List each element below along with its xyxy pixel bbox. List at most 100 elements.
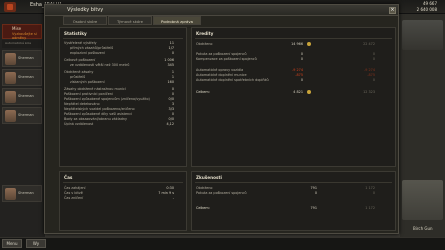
credit-value: 0 bbox=[300, 57, 303, 61]
stat-label: Poškození způsobené díky vaší asistenci bbox=[64, 112, 133, 116]
dialog-title: Výsledky bitvy bbox=[67, 7, 104, 13]
crew-member[interactable]: Sherman bbox=[2, 88, 42, 105]
credit-premium-value: 22 472 bbox=[363, 42, 375, 46]
stat-value: 345 bbox=[167, 63, 174, 67]
credit-label: Pokuta za poškození spojenců bbox=[196, 52, 247, 56]
mission-title: Mise bbox=[12, 26, 22, 31]
time-value: 0:30 bbox=[166, 186, 174, 190]
stat-label: Zásahy obdržené nástražnou municí bbox=[64, 87, 126, 91]
crew-name: Sherman bbox=[18, 191, 34, 195]
xp-value: 0 bbox=[314, 191, 317, 195]
divider bbox=[63, 182, 183, 183]
stat-value: 11 bbox=[169, 41, 174, 45]
stat-value: 0 bbox=[171, 87, 174, 91]
stat-value: 1 bbox=[171, 75, 174, 79]
credit-value: -9 274 bbox=[292, 68, 303, 72]
free-xp-balance: 2 640 008 bbox=[416, 7, 437, 12]
crew-member[interactable]: Sherman bbox=[2, 69, 42, 86]
credit-value: 0 bbox=[300, 78, 303, 82]
stat-label: ze vzdálenosti větší než 300 metrů bbox=[70, 63, 130, 67]
credit-label: Kompenzace za poškození spojenců bbox=[196, 57, 257, 61]
menu-button[interactable]: Menu bbox=[2, 239, 22, 248]
friends-button[interactable]: Wy bbox=[26, 239, 46, 248]
credit-premium-value: 0 bbox=[372, 57, 375, 61]
stat-value: 1 006 bbox=[164, 58, 174, 62]
stat-value: 1/7 bbox=[168, 46, 174, 50]
stat-value: 0 bbox=[171, 92, 174, 96]
crew-member[interactable]: Sherman bbox=[2, 50, 42, 67]
avatar bbox=[5, 188, 16, 200]
stat-label: explozivní poškození bbox=[70, 51, 105, 55]
stat-label: Poškození protivníci poničeni bbox=[64, 92, 113, 96]
avatar bbox=[5, 53, 16, 65]
stat-label: průstřelů bbox=[70, 75, 86, 79]
credit-total-value: 4 821 bbox=[293, 90, 303, 94]
time-value: 7 min 9 s bbox=[158, 191, 174, 195]
stat-label: Obdržené zásahy bbox=[64, 70, 94, 74]
credit-value: 0 bbox=[300, 52, 303, 56]
divider bbox=[195, 38, 392, 39]
crew-name: Sherman bbox=[18, 113, 34, 117]
crew-member[interactable]: Sherman bbox=[2, 107, 42, 124]
crew-name: Sherman bbox=[18, 56, 34, 60]
stat-label: Poškození způsobené spojencům (zničeno/v… bbox=[64, 97, 150, 101]
stat-value: 0/0 bbox=[168, 97, 174, 101]
time-label: Čas zničení bbox=[64, 196, 84, 200]
xp-label: Pokuta za poškození spojenců bbox=[196, 191, 247, 195]
credit-label: Automatické doplnění munice bbox=[196, 73, 247, 77]
xp-label: Obdrženo bbox=[196, 186, 213, 190]
stat-label: získaných poškození bbox=[70, 80, 105, 84]
tank-name: Birch Gun bbox=[413, 226, 433, 231]
credit-premium-value: 0 bbox=[372, 52, 375, 56]
dialog-header[interactable]: Výsledky bitvy × bbox=[45, 5, 398, 16]
credit-premium-value: 0 bbox=[372, 78, 375, 82]
experience-panel: Zkušenosti Obdrženo 791 1 172 Pokuta za … bbox=[191, 171, 396, 231]
xp-premium-value: 0 bbox=[372, 191, 375, 195]
stat-value: 160 bbox=[167, 80, 174, 84]
xp-value: 791 bbox=[310, 186, 317, 190]
time-title: Čas bbox=[64, 175, 73, 180]
stat-label: Nepřátel detekováno bbox=[64, 102, 100, 106]
credits-title: Kredity bbox=[196, 31, 214, 36]
divider bbox=[63, 38, 183, 39]
time-value: - bbox=[172, 196, 174, 200]
game-logo-icon[interactable] bbox=[4, 2, 16, 12]
stat-value: 4,12 bbox=[166, 122, 174, 126]
xp-total-label: Celkem: bbox=[196, 206, 210, 210]
tab-team-score[interactable]: Týmové skóre bbox=[108, 16, 152, 25]
avatar bbox=[5, 72, 16, 84]
credit-value: 14 966 bbox=[291, 42, 303, 46]
stat-label: Vystřelené výstřely bbox=[64, 41, 97, 45]
mission-banner[interactable]: Mise Vyzkoušejte si odměny bbox=[2, 24, 42, 40]
xp-total-premium-value: 1 172 bbox=[365, 206, 375, 210]
credit-value: -875 bbox=[295, 73, 303, 77]
credit-label: Obdrženo bbox=[196, 42, 213, 46]
xp-premium-value: 1 172 bbox=[365, 186, 375, 190]
battle-results-dialog: Výsledky bitvy × Osobní skóre Týmové skó… bbox=[44, 4, 399, 234]
stat-value: 0 bbox=[171, 112, 174, 116]
time-panel: Čas Čas zahájení 0:30 Čas v bitvě 7 min … bbox=[59, 171, 187, 231]
stat-label: Body za obsazování/obranu základny bbox=[64, 117, 128, 121]
stat-label: Nepřátelských vozidel poškozeno/zničeno bbox=[64, 107, 135, 111]
credit-label: Automatické opravy vozidla bbox=[196, 68, 244, 72]
credit-total-label: Celkem: bbox=[196, 90, 210, 94]
tank-thumbnail[interactable] bbox=[402, 20, 443, 50]
experience-title: Zkušenosti bbox=[196, 175, 222, 180]
mission-status: Vyzkoušejte si odměny bbox=[12, 32, 37, 40]
stat-label: přímých zásahů/průstřelů bbox=[70, 46, 114, 50]
credit-label: Automatické doplnění spotřebních doplňků bbox=[196, 78, 269, 82]
tank-row-label: Automatická kola bbox=[5, 41, 31, 45]
close-button[interactable]: × bbox=[389, 7, 396, 14]
credits-panel: Kredity Obdrženo 14 966 22 472 Pokuta za… bbox=[191, 27, 396, 167]
tab-detailed-report[interactable]: Podrobná zpráva bbox=[153, 16, 201, 25]
stat-value: 3/3 bbox=[168, 107, 174, 111]
time-label: Čas v bitvě bbox=[64, 191, 83, 195]
tab-personal-score[interactable]: Osobní skóre bbox=[63, 16, 107, 25]
stat-value: 1 bbox=[171, 70, 174, 74]
tank-row[interactable]: Automatická kola bbox=[2, 40, 42, 48]
stats-panel: Statistiky Vystřelené výstřely 11 přímýc… bbox=[59, 27, 187, 167]
gold-balance: 49 667 bbox=[423, 1, 437, 6]
tank-thumbnail[interactable] bbox=[402, 180, 443, 220]
stat-value: 0 bbox=[171, 51, 174, 55]
crew-member[interactable]: Sherman bbox=[2, 185, 42, 202]
